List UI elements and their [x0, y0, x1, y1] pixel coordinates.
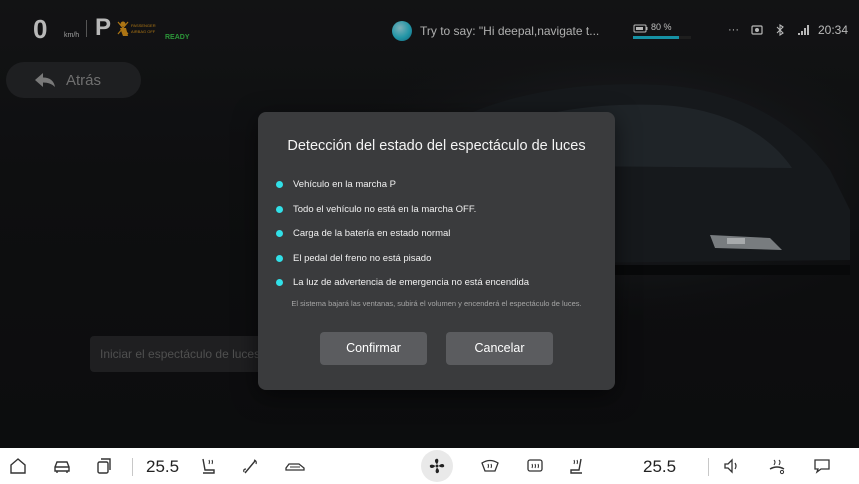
- car-airflow-icon[interactable]: [283, 454, 307, 478]
- bullet-icon: [276, 254, 283, 262]
- dialog-title: Detección del estado del espectáculo de …: [287, 138, 586, 154]
- volume-icon[interactable]: [720, 454, 744, 478]
- confirm-button[interactable]: Confirmar: [320, 332, 427, 365]
- passenger-temperature[interactable]: 25.5: [643, 457, 676, 477]
- condition-item: El pedal del freno no está pisado: [276, 252, 529, 277]
- bullet-icon: [276, 181, 283, 188]
- condition-item: La luz de advertencia de emergencia no e…: [276, 276, 529, 301]
- car-icon[interactable]: [50, 454, 74, 478]
- fan-icon: [429, 458, 445, 474]
- condition-item: Vehículo en la marcha P: [276, 178, 529, 203]
- steering-heat-icon[interactable]: [765, 454, 789, 478]
- condition-text: Carga de la batería en estado normal: [293, 228, 451, 239]
- bullet-icon: [276, 230, 283, 237]
- seat-ventilation-icon[interactable]: [566, 454, 590, 478]
- home-icon[interactable]: [6, 454, 30, 478]
- condition-text: Todo el vehículo no está en la marcha OF…: [293, 203, 477, 215]
- condition-text: La luz de advertencia de emergencia no e…: [293, 277, 530, 288]
- windshield-defrost-icon[interactable]: [478, 454, 502, 478]
- condition-text: Vehículo en la marcha P: [293, 179, 396, 190]
- condition-list: Vehículo en la marcha P Todo el vehículo…: [276, 178, 529, 301]
- driver-temperature[interactable]: 25.5: [146, 457, 179, 477]
- cancel-button[interactable]: Cancelar: [446, 332, 553, 365]
- seat-heat-icon[interactable]: [196, 454, 220, 478]
- dock-divider: [132, 458, 133, 476]
- bullet-icon: [276, 205, 283, 213]
- wiper-icon[interactable]: [238, 454, 262, 478]
- condition-item: Carga de la batería en estado normal: [276, 227, 529, 252]
- rear-defrost-icon[interactable]: [523, 454, 547, 478]
- condition-item: Todo el vehículo no está en la marcha OF…: [276, 203, 529, 228]
- dock-divider: [708, 458, 709, 476]
- apps-icon[interactable]: [92, 454, 116, 478]
- fan-button[interactable]: [421, 450, 453, 482]
- chat-icon[interactable]: [810, 454, 834, 478]
- bullet-icon: [276, 279, 283, 286]
- dialog-note: El sistema bajará las ventanas, subirá e…: [291, 299, 582, 308]
- bottom-dock: 25.5 25.5: [0, 448, 859, 484]
- main-screen: 0 km/h P PASSENGER AIRBAG OFF READY Try …: [0, 0, 859, 448]
- lightshow-check-dialog: Detección del estado del espectáculo de …: [258, 112, 615, 390]
- condition-text: El pedal del freno no está pisado: [293, 252, 432, 264]
